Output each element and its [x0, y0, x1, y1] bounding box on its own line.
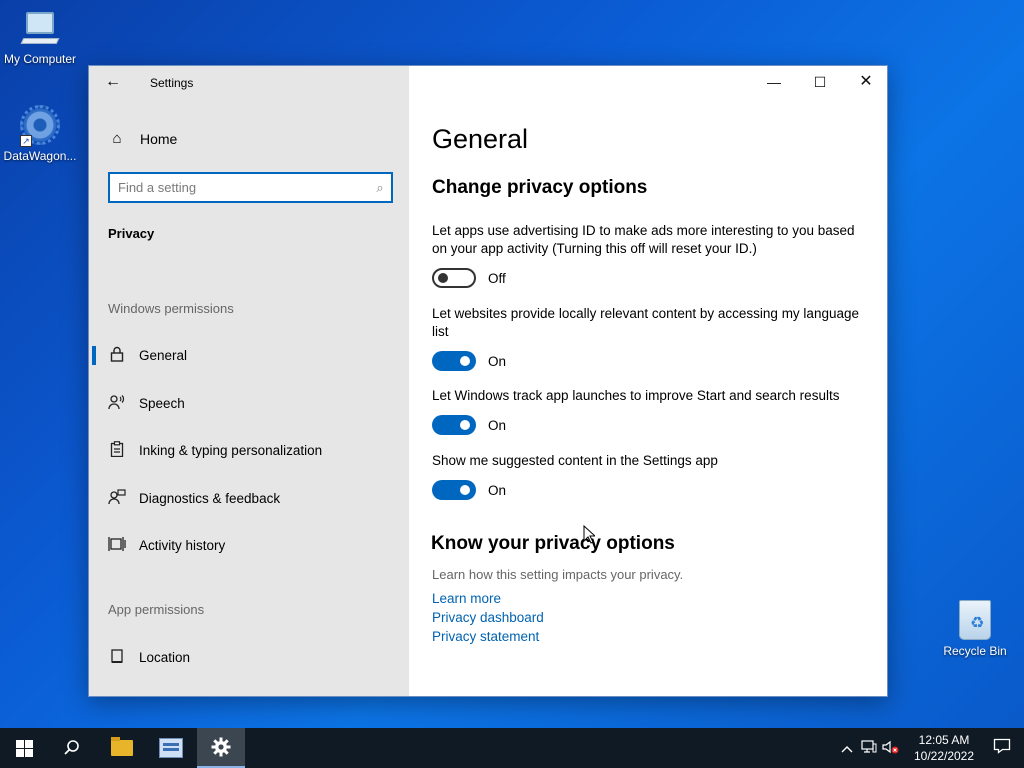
- gear-app-icon: ↗: [20, 105, 60, 147]
- setting-suggested-content: Show me suggested content in the Setting…: [432, 452, 862, 500]
- section-heading-change-privacy: Change privacy options: [432, 177, 648, 198]
- toggle-state-label: On: [488, 417, 507, 433]
- maximize-button[interactable]: ☐: [800, 70, 840, 94]
- sidebar-item-activity-history[interactable]: Activity history: [89, 528, 409, 562]
- setting-description: Let websites provide locally relevant co…: [432, 306, 859, 339]
- desktop-icon-label: My Computer: [3, 52, 77, 66]
- notification-icon: [993, 738, 1011, 754]
- shortcut-arrow-icon: ↗: [20, 135, 32, 147]
- toggle-switch[interactable]: [432, 351, 476, 371]
- recycle-bin-icon: ♻: [955, 600, 995, 640]
- server-manager-icon: [159, 738, 183, 758]
- section-heading-know-privacy: Know your privacy options: [431, 533, 675, 554]
- minimize-button[interactable]: —: [754, 70, 794, 94]
- privacy-dashboard-link[interactable]: Privacy dashboard: [432, 610, 544, 625]
- sidebar-item-diagnostics-feedback[interactable]: Diagnostics & feedback: [89, 481, 409, 515]
- desktop-icon-label: DataWagon...: [3, 149, 77, 163]
- folder-icon: [111, 737, 133, 756]
- taskbar-file-explorer[interactable]: [98, 728, 146, 768]
- sidebar-item-location[interactable]: Location: [89, 640, 409, 674]
- taskbar-search-button[interactable]: [48, 728, 96, 768]
- sidebar-item-home[interactable]: ⌂ Home: [109, 130, 177, 147]
- toggle-switch[interactable]: [432, 268, 476, 288]
- know-privacy-description: Learn how this setting impacts your priv…: [432, 567, 684, 582]
- sidebar: ← Settings ⌂ Home ⌕ Privacy Windows perm…: [89, 66, 409, 696]
- search-box[interactable]: ⌕: [108, 172, 393, 203]
- sidebar-item-label: Speech: [139, 395, 185, 411]
- taskbar-clock[interactable]: 12:05 AM 10/22/2022: [908, 732, 980, 764]
- toggle-switch[interactable]: [432, 480, 476, 500]
- back-arrow-icon: ←: [105, 73, 121, 90]
- windows-logo-icon: [15, 739, 33, 757]
- page-title: General: [432, 124, 529, 154]
- feedback-icon: [108, 488, 126, 508]
- setting-description: Show me suggested content in the Setting…: [432, 453, 718, 468]
- start-button[interactable]: [0, 728, 48, 768]
- sidebar-item-label: Activity history: [139, 537, 226, 553]
- setting-description: Let apps use advertising ID to make ads …: [432, 223, 855, 256]
- setting-language-list: Let websites provide locally relevant co…: [432, 305, 862, 371]
- computer-icon: [20, 8, 60, 48]
- clock-date: 10/22/2022: [913, 749, 975, 763]
- settings-window: ← Settings ⌂ Home ⌕ Privacy Windows perm…: [88, 65, 888, 697]
- chevron-up-icon[interactable]: [836, 741, 858, 756]
- volume-muted-icon[interactable]: [880, 740, 902, 757]
- close-icon: ✕: [859, 73, 873, 90]
- section-title: Privacy: [108, 226, 155, 241]
- speech-icon: [108, 394, 126, 413]
- close-button[interactable]: ✕: [846, 70, 886, 94]
- setting-description: Let Windows track app launches to improv…: [432, 388, 840, 403]
- gear-icon: [211, 737, 231, 757]
- network-icon[interactable]: [858, 739, 880, 757]
- sidebar-item-label: Location: [139, 649, 191, 665]
- learn-more-link[interactable]: Learn more: [432, 591, 501, 606]
- clock-time: 12:05 AM: [918, 733, 970, 747]
- toggle-switch[interactable]: [432, 415, 476, 435]
- sidebar-item-label: Diagnostics & feedback: [139, 490, 281, 506]
- search-icon[interactable]: ⌕: [369, 180, 391, 196]
- location-icon: [108, 648, 126, 667]
- search-icon: [64, 740, 79, 755]
- toggle-state-label: On: [488, 482, 507, 498]
- maximize-icon: ☐: [813, 74, 827, 90]
- clipboard-pen-icon: [108, 440, 126, 460]
- back-button[interactable]: ←: [103, 72, 123, 92]
- timeline-icon: [108, 536, 126, 555]
- taskbar-server-manager[interactable]: [147, 728, 195, 768]
- group-label-app-permissions: App permissions: [108, 602, 205, 617]
- action-center-button[interactable]: [980, 738, 1024, 759]
- setting-advertising-id: Let apps use advertising ID to make ads …: [432, 222, 862, 288]
- taskbar-settings[interactable]: [197, 728, 245, 768]
- setting-track-app-launches: Let Windows track app launches to improv…: [432, 387, 862, 435]
- desktop-icon-recycle-bin[interactable]: ♻ Recycle Bin: [935, 600, 1015, 658]
- system-tray: 12:05 AM 10/22/2022: [836, 728, 1024, 768]
- desktop-icon-label: Recycle Bin: [943, 644, 1007, 658]
- desktop-icon-datawagon[interactable]: ↗ DataWagon...: [0, 105, 80, 163]
- privacy-statement-link[interactable]: Privacy statement: [432, 629, 539, 644]
- sidebar-item-inking-typing[interactable]: Inking & typing personalization: [89, 433, 409, 467]
- search-input[interactable]: [110, 180, 369, 195]
- sidebar-item-label: Inking & typing personalization: [139, 442, 323, 458]
- window-title: Settings: [150, 76, 194, 90]
- sidebar-item-speech[interactable]: Speech: [89, 386, 409, 420]
- minimize-icon: —: [767, 74, 781, 90]
- lock-icon: [108, 346, 126, 365]
- home-icon: ⌂: [112, 130, 122, 147]
- sidebar-item-general[interactable]: General: [89, 338, 409, 372]
- sidebar-item-label: Home: [140, 130, 178, 147]
- toggle-state-label: On: [488, 353, 507, 369]
- taskbar: 12:05 AM 10/22/2022: [0, 728, 1024, 768]
- sidebar-item-label: General: [139, 347, 188, 363]
- group-label-windows-permissions: Windows permissions: [108, 301, 234, 316]
- toggle-state-label: Off: [488, 270, 506, 286]
- desktop-icon-my-computer[interactable]: My Computer: [0, 8, 80, 66]
